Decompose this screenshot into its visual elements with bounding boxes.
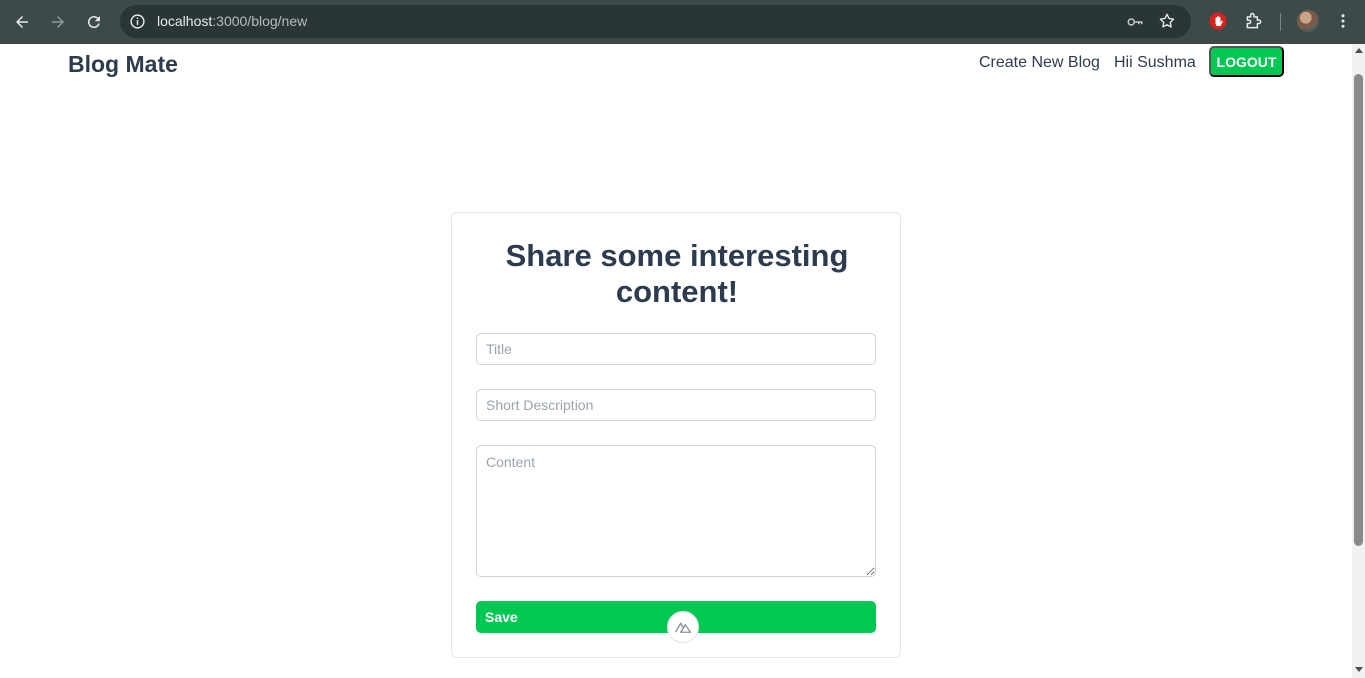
title-input[interactable] [476, 333, 876, 365]
scroll-thumb[interactable] [1354, 74, 1363, 546]
profile-avatar[interactable] [1297, 10, 1319, 32]
page-scrollbar[interactable] [1352, 44, 1365, 678]
new-blog-form-card: Share some interesting content! Save [451, 212, 901, 658]
browser-toolbar: localhost:3000/blog/new [0, 0, 1365, 44]
content-textarea[interactable] [476, 445, 876, 577]
nuxt-devtools-icon[interactable] [667, 611, 699, 643]
url-host: localhost [157, 13, 213, 29]
more-vertical-icon[interactable] [1334, 11, 1352, 31]
reload-icon[interactable] [82, 10, 106, 34]
logout-button[interactable]: LOGOUT [1209, 46, 1284, 77]
back-arrow-icon[interactable] [10, 10, 34, 34]
scroll-up-icon[interactable] [1355, 48, 1363, 53]
password-key-icon[interactable] [1126, 13, 1144, 31]
toolbar-divider [1280, 13, 1281, 31]
url-path: :3000/blog/new [212, 13, 308, 29]
puzzle-icon[interactable] [1244, 11, 1264, 31]
user-greeting: Hii Sushma [1114, 54, 1196, 71]
forward-arrow-icon[interactable] [46, 10, 70, 34]
form-heading: Share some interesting content! [505, 238, 849, 309]
adblock-extension-icon[interactable] [1208, 11, 1228, 31]
short-description-input[interactable] [476, 389, 876, 421]
bookmark-star-icon[interactable] [1158, 12, 1176, 30]
create-new-blog-link[interactable]: Create New Blog [979, 54, 1100, 72]
url-text[interactable]: localhost:3000/blog/new [157, 13, 307, 29]
scroll-down-icon[interactable] [1355, 667, 1363, 672]
address-bar[interactable]: localhost:3000/blog/new [120, 5, 1191, 38]
brand-logo[interactable]: Blog Mate [68, 51, 178, 78]
page-content: Blog Mate Create New Blog Hii Sushma LOG… [0, 44, 1352, 678]
site-info-icon[interactable] [129, 13, 146, 30]
